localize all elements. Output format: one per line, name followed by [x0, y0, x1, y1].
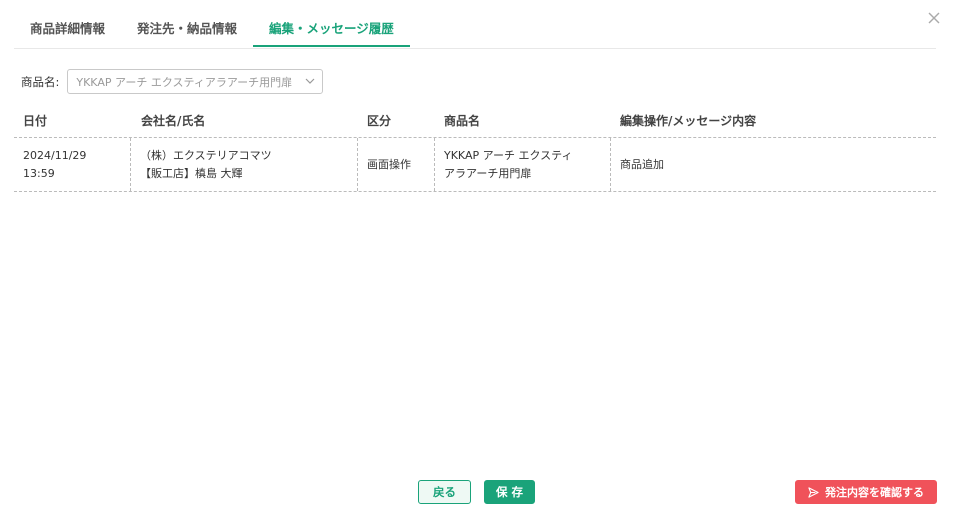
header-product: 商品名 — [444, 113, 481, 128]
send-icon — [808, 486, 819, 498]
product-select[interactable]: YKKAP アーチ エクスティアラアーチ用門扉 — [67, 69, 324, 94]
save-button[interactable]: 保 存 — [484, 480, 535, 504]
history-table: 日付 会社名/氏名 区分 商品名 編集操作/メッセージ内容 2024/11/29… — [14, 103, 936, 192]
cell-date-time: 13:59 — [23, 166, 55, 180]
tab-order-delivery[interactable]: 発注先・納品情報 — [121, 10, 253, 47]
cell-category: 画面操作 — [358, 138, 435, 191]
back-button[interactable]: 戻る — [418, 480, 471, 504]
confirm-order-label: 発注内容を確認する — [825, 486, 924, 499]
product-filter: 商品名: YKKAP アーチ エクスティアラアーチ用門扉 — [21, 69, 324, 94]
cell-product-line2: アラアーチ用門扉 — [444, 166, 532, 180]
product-filter-label: 商品名: — [21, 74, 60, 89]
cell-person-name: 【販工店】槙島 大輝 — [140, 166, 243, 180]
header-date: 日付 — [23, 113, 48, 128]
chevron-down-icon — [305, 78, 315, 84]
header-content: 編集操作/メッセージ内容 — [620, 113, 757, 128]
cell-content: 商品追加 — [611, 138, 936, 191]
cell-date: 2024/11/29 13:59 — [14, 138, 131, 191]
cell-company-name: （株）エクステリアコマツ — [140, 148, 272, 162]
close-button[interactable] — [926, 10, 942, 26]
cell-date-day: 2024/11/29 — [23, 148, 87, 162]
close-icon — [928, 12, 940, 24]
header-category: 区分 — [367, 113, 392, 128]
tab-product-details[interactable]: 商品詳細情報 — [14, 10, 121, 47]
cell-product: YKKAP アーチ エクスティ アラアーチ用門扉 — [435, 138, 611, 191]
cell-category-text: 画面操作 — [367, 157, 411, 171]
cell-company: （株）エクステリアコマツ 【販工店】槙島 大輝 — [131, 138, 358, 191]
tab-bar: 商品詳細情報 発注先・納品情報 編集・メッセージ履歴 — [14, 10, 936, 49]
dialog: 商品詳細情報 発注先・納品情報 編集・メッセージ履歴 商品名: YKKAP アー… — [0, 0, 956, 520]
product-select-value: YKKAP アーチ エクスティアラアーチ用門扉 — [76, 75, 293, 89]
table-row: 2024/11/29 13:59 （株）エクステリアコマツ 【販工店】槙島 大輝… — [14, 138, 936, 192]
table-header: 日付 会社名/氏名 区分 商品名 編集操作/メッセージ内容 — [14, 103, 936, 138]
confirm-order-button[interactable]: 発注内容を確認する — [795, 480, 937, 504]
tab-edit-message-history[interactable]: 編集・メッセージ履歴 — [253, 10, 410, 47]
cell-product-line1: YKKAP アーチ エクスティ — [444, 148, 573, 162]
cell-content-text: 商品追加 — [620, 157, 664, 171]
header-company: 会社名/氏名 — [141, 113, 206, 128]
